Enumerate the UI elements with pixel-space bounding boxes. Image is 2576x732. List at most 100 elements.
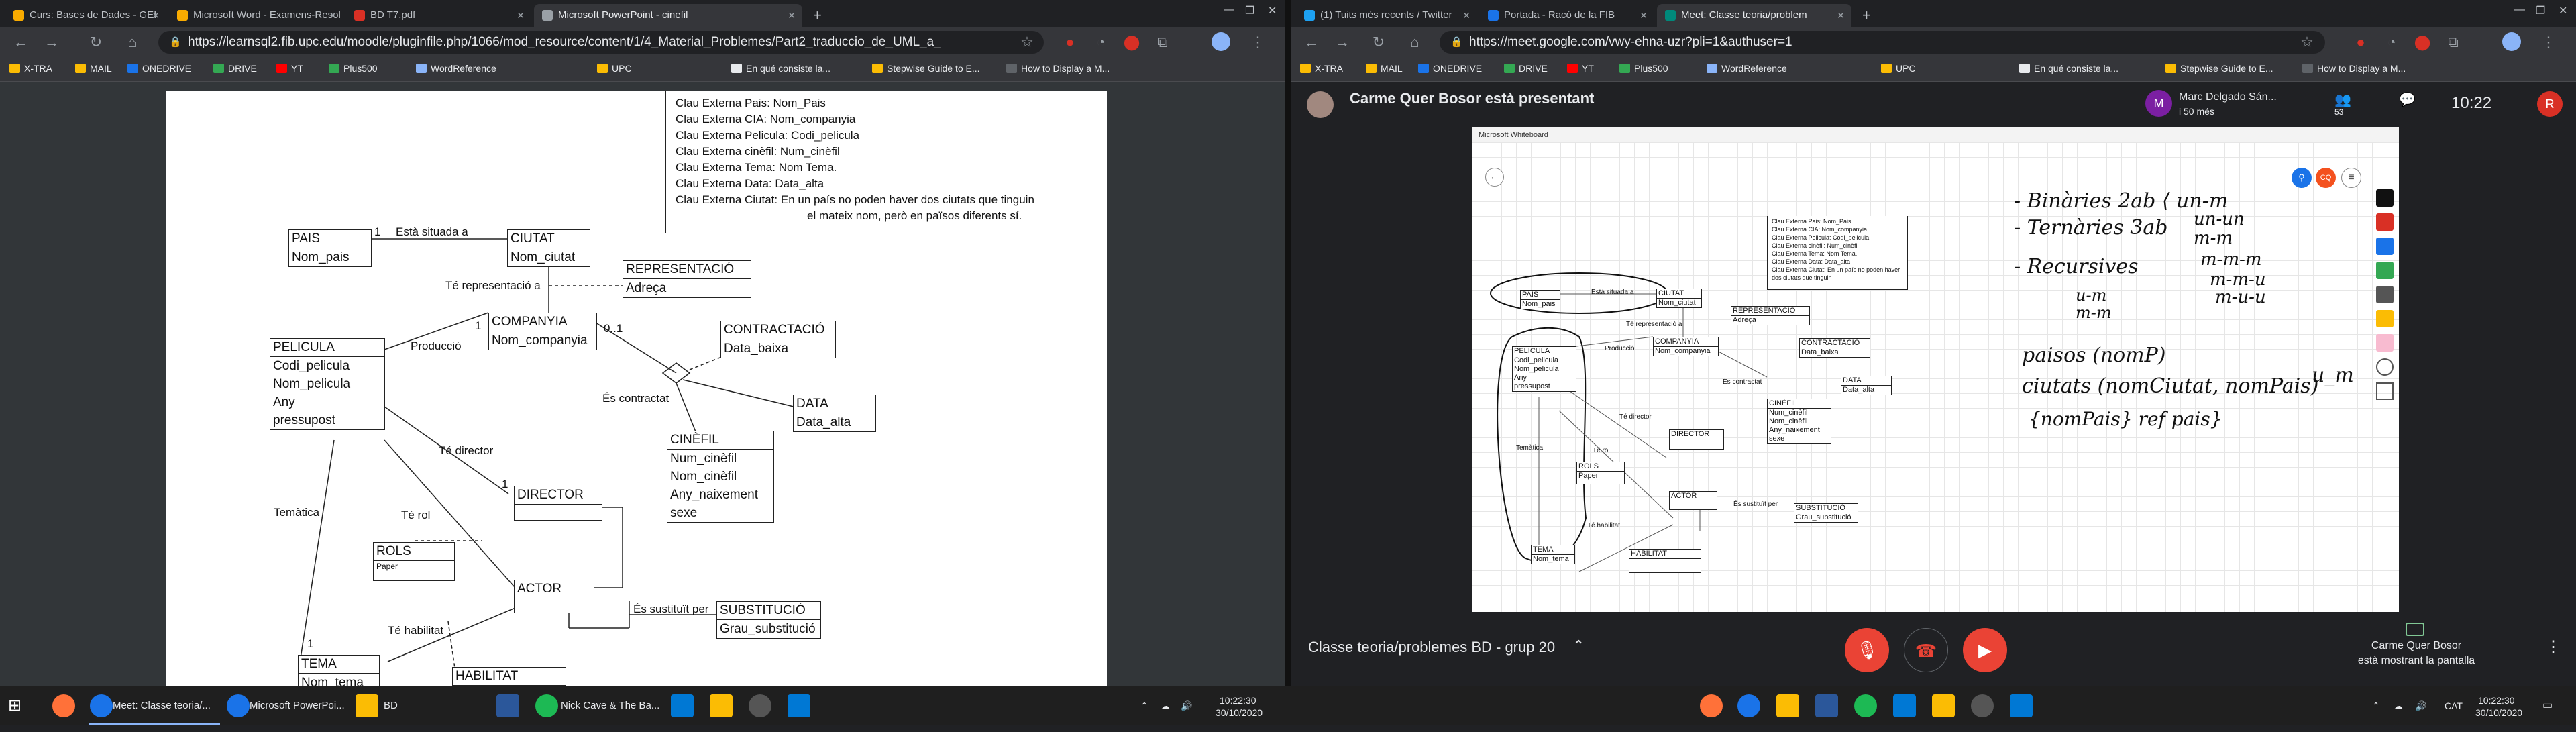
bookmark-item[interactable]: UPC	[1881, 63, 1916, 74]
bookmark-item[interactable]: ONEDRIVE	[127, 63, 191, 74]
new-tab-button[interactable]: +	[1854, 4, 1881, 27]
taskbar-item[interactable]: Meet: Classe teoria/...	[89, 686, 220, 725]
extensions-puzzle-icon[interactable]: ⧉	[2443, 32, 2463, 52]
forward-icon[interactable]: →	[42, 32, 62, 52]
right-tab-2[interactable]: Portada - Racó de la FIB ✕	[1480, 4, 1654, 27]
chrome-icon[interactable]	[1737, 694, 1760, 717]
extension-icon[interactable]: ⬤	[1122, 32, 1142, 52]
word-icon[interactable]	[496, 694, 519, 717]
menu-icon[interactable]: ⋮	[1248, 32, 1268, 52]
volume-icon[interactable]: 🔊	[1181, 686, 1192, 725]
account-avatar[interactable]: R	[2537, 91, 2563, 117]
close-icon[interactable]: ✕	[517, 4, 525, 27]
bookmark-item[interactable]: WordReference	[1707, 63, 1787, 74]
firefox-icon[interactable]	[1700, 694, 1723, 717]
left-tab-4[interactable]: Microsoft PowerPoint - cinefil ✕	[534, 4, 802, 27]
home-icon[interactable]: ⌂	[122, 32, 142, 52]
bookmark-item[interactable]: X-TRA	[1300, 63, 1343, 74]
address-bar[interactable]: 🔒 https://meet.google.com/vwy-ehna-uzr?pl…	[1440, 31, 2325, 54]
bookmark-item[interactable]: Plus500	[329, 63, 378, 74]
home-icon[interactable]: ⌂	[1405, 32, 1425, 52]
star-icon[interactable]: ☆	[1017, 32, 1037, 52]
notes-icon[interactable]	[1932, 694, 1955, 717]
taskbar-item[interactable]: BD	[353, 686, 474, 725]
bookmark-item[interactable]: ONEDRIVE	[1418, 63, 1482, 74]
extension-icon[interactable]: ◔	[1091, 32, 1111, 52]
minimize-icon[interactable]: —	[1224, 4, 1234, 16]
language-indicator[interactable]: CAT	[2445, 686, 2463, 725]
close-icon[interactable]: ✕	[152, 4, 160, 27]
close-icon[interactable]: ✕	[329, 4, 337, 27]
people-icon[interactable]: 👥	[2334, 91, 2351, 108]
taskbar-item[interactable]: Nick Cave & The Ba...	[534, 686, 665, 725]
word-icon[interactable]	[1815, 694, 1838, 717]
bookmark-item[interactable]: How to Display a M...	[1006, 63, 1110, 74]
bookmark-item[interactable]: Plus500	[1619, 63, 1668, 74]
extension-icon[interactable]: ●	[1060, 32, 1080, 52]
vscode-icon[interactable]	[2010, 694, 2033, 717]
left-tab-1[interactable]: Curs: Bases de Dades - GEI ✕	[5, 4, 166, 27]
extension-icon[interactable]: ⬤	[2412, 32, 2432, 52]
bookmark-item[interactable]: WordReference	[416, 63, 496, 74]
extension-icon[interactable]: ◔	[2381, 32, 2402, 52]
bookmark-item[interactable]: En qué consiste la...	[2019, 63, 2118, 74]
back-icon[interactable]: ←	[1301, 32, 1322, 52]
bookmark-item[interactable]: X-TRA	[9, 63, 52, 74]
forward-icon[interactable]: →	[1332, 32, 1352, 52]
firefox-icon[interactable]	[52, 694, 75, 717]
profile-avatar[interactable]	[2502, 32, 2521, 51]
reload-icon[interactable]: ↻	[86, 32, 106, 52]
maximize-icon[interactable]: ❐	[1245, 4, 1254, 17]
tray-chevron-icon[interactable]: ⌃	[2372, 686, 2380, 725]
tray-chevron-icon[interactable]: ⌃	[1140, 686, 1148, 725]
network-icon[interactable]: ☁	[1161, 686, 1170, 725]
bookmark-item[interactable]: YT	[276, 63, 303, 74]
address-bar[interactable]: 🔒 https://learnsql2.fib.upc.edu/moodle/pl…	[158, 31, 1044, 54]
new-tab-button[interactable]: +	[805, 4, 832, 27]
folder-icon[interactable]	[671, 694, 694, 717]
present-icon[interactable]	[2406, 623, 2424, 636]
extensions-puzzle-icon[interactable]: ⧉	[1152, 32, 1173, 52]
more-options-icon[interactable]: ⋮	[2545, 637, 2561, 657]
spotify-icon[interactable]	[1854, 694, 1877, 717]
folder-icon[interactable]	[1893, 694, 1916, 717]
close-window-icon[interactable]: ✕	[2559, 4, 2567, 17]
left-tab-3[interactable]: BD T7.pdf ✕	[346, 4, 531, 27]
close-icon[interactable]: ✕	[788, 4, 796, 27]
chat-icon[interactable]: 💬	[2399, 91, 2416, 108]
maximize-icon[interactable]: ❐	[2536, 4, 2545, 17]
bookmark-item[interactable]: UPC	[597, 63, 632, 74]
settings-icon[interactable]	[1971, 694, 1994, 717]
star-icon[interactable]: ☆	[2297, 32, 2317, 52]
bookmark-item[interactable]: How to Display a M...	[2302, 63, 2406, 74]
meeting-title[interactable]: Classe teoria/problemes BD - grup 20	[1308, 639, 1555, 656]
network-icon[interactable]: ☁	[2394, 686, 2403, 725]
right-tab-1[interactable]: (1) Tuits més recents / Twitter ✕	[1296, 4, 1477, 27]
notifications-icon[interactable]: ▭	[2542, 686, 2553, 725]
start-button[interactable]: ⊞	[8, 686, 35, 725]
mic-off-button[interactable]: 🎙	[1845, 628, 1889, 672]
close-icon[interactable]: ✕	[1837, 4, 1845, 27]
bookmark-item[interactable]: DRIVE	[1504, 63, 1548, 74]
bookmark-item[interactable]: Stepwise Guide to E...	[872, 63, 980, 74]
vscode-icon[interactable]	[788, 694, 810, 717]
volume-icon[interactable]: 🔊	[2415, 686, 2426, 725]
bookmark-item[interactable]: MAIL	[1366, 63, 1403, 74]
bookmark-item[interactable]: MAIL	[75, 63, 112, 74]
camera-off-button[interactable]: ▶	[1963, 628, 2007, 672]
bookmark-item[interactable]: DRIVE	[213, 63, 257, 74]
settings-icon[interactable]	[749, 694, 771, 717]
folder-icon[interactable]	[1776, 694, 1799, 717]
whiteboard-canvas[interactable]: ← ⚲ CQ ≡ Clau Externa Pais: Nom_Pais Cla…	[1472, 142, 2399, 617]
pdf-viewer[interactable]: Clau Externa Pais: Nom_Pais Clau Externa…	[0, 82, 1285, 686]
notes-icon[interactable]	[710, 694, 733, 717]
left-tab-2[interactable]: Microsoft Word - Examens-Resol ✕	[169, 4, 343, 27]
minimize-icon[interactable]: —	[2514, 4, 2525, 16]
menu-icon[interactable]: ⋮	[2538, 32, 2559, 52]
reload-icon[interactable]: ↻	[1368, 32, 1389, 52]
back-icon[interactable]: ←	[11, 32, 31, 52]
close-icon[interactable]: ✕	[1462, 4, 1470, 27]
extension-icon[interactable]: ●	[2351, 32, 2371, 52]
profile-avatar[interactable]	[1212, 32, 1230, 51]
bookmark-item[interactable]: Stepwise Guide to E...	[2165, 63, 2273, 74]
